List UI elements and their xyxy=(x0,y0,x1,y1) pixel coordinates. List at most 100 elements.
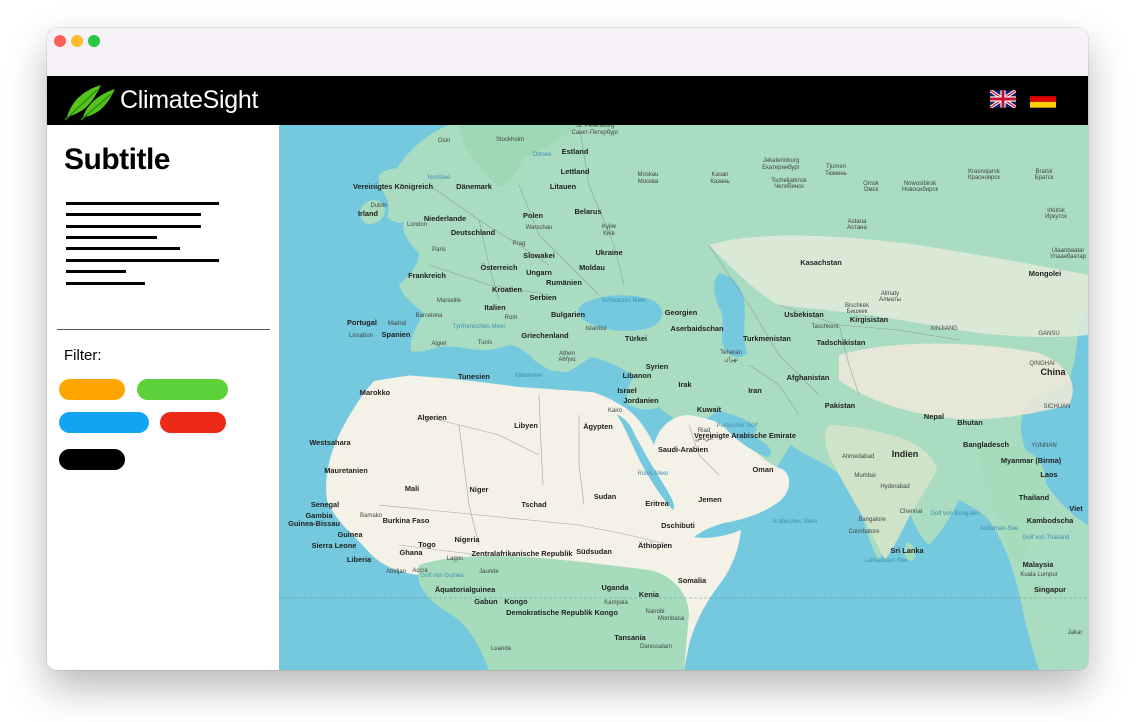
map-label-tjumen-ru: Тюмень xyxy=(825,171,847,177)
map-label-ahmedabad: Ahmedabad xyxy=(842,454,874,460)
map-label-litauen: Litauen xyxy=(550,182,577,191)
map-label-guinea: Guinea xyxy=(337,530,363,539)
map-label-istanbul: Istanbul xyxy=(585,326,606,332)
map-label-westsahara: Westsahara xyxy=(309,438,351,447)
map-label-nigeria: Nigeria xyxy=(454,535,480,544)
map-label-hyderabad: Hyderabad xyxy=(880,484,909,490)
map-label-tansania: Tansania xyxy=(614,633,646,642)
world-map[interactable]: Oslo Stockholm St. Petersburg Санкт-Петербу… xyxy=(279,125,1088,670)
map-label-kuala-lumpur: Kuala Lumpur xyxy=(1020,572,1057,578)
map-label-daressalam: Daressalam xyxy=(640,644,672,650)
map-label-taschkent: Taschkent xyxy=(811,324,838,330)
map-label-mongolei: Mongolei xyxy=(1029,269,1061,278)
map-label-polen: Polen xyxy=(523,211,544,220)
map-label-kroatien: Kroatien xyxy=(492,285,522,294)
map-label-luanda: Luanda xyxy=(491,646,512,652)
map-label-bangladesch: Bangladesch xyxy=(963,440,1009,449)
map-label-sri-lanka: Sri Lanka xyxy=(890,546,924,555)
map-label-lettland: Lettland xyxy=(561,167,590,176)
filter-orange-button[interactable] xyxy=(59,379,125,400)
map-label-iran: Iran xyxy=(748,386,762,395)
map-label-griechenland: Griechenland xyxy=(521,331,569,340)
map-label-golf-bengalen: Golf von Bengalen xyxy=(930,511,979,517)
map-label-tyrrhenisches: Tyrrhenisches Meer xyxy=(453,324,506,330)
map-label-marokko: Marokko xyxy=(360,388,391,397)
map-label-schwarzes-meer: Schwarzes Meer xyxy=(602,298,647,304)
map-label-ungarn: Ungarn xyxy=(526,268,552,277)
map-label-aequatorialguinea: Äquatorialguinea xyxy=(435,585,496,594)
close-window-button[interactable] xyxy=(54,35,66,47)
maximize-window-button[interactable] xyxy=(88,35,100,47)
map-label-estland: Estland xyxy=(562,147,589,156)
filter-green-button[interactable] xyxy=(137,379,228,400)
map-label-barcelona: Barcelona xyxy=(415,313,443,319)
map-label-belarus: Belarus xyxy=(574,207,601,216)
map-label-suedsudan: Südsudan xyxy=(576,547,612,556)
placeholder-text-line xyxy=(66,282,145,285)
map-label-spb-ru: Санкт-Петербург xyxy=(571,130,619,136)
map-label-aserbaidschan: Aserbaidschan xyxy=(671,324,724,333)
map-label-bratsk-ru: Братск xyxy=(1035,175,1054,181)
map-label-sudan: Sudan xyxy=(594,492,617,501)
map-label-singapur: Singapur xyxy=(1034,585,1066,594)
map-label-laos: Laos xyxy=(1040,470,1057,479)
map-label-libanon: Libanon xyxy=(623,371,652,380)
minimize-window-button[interactable] xyxy=(71,35,83,47)
map-label-teheran-fa: تهران xyxy=(724,356,738,363)
map-label-ghana: Ghana xyxy=(400,548,424,557)
map-label-senegal: Senegal xyxy=(311,500,339,509)
map-label-krasnojarsk-ru: Красноярск xyxy=(968,175,1000,181)
map-label-drk: Demokratische Republik Kongo xyxy=(506,608,618,617)
map-label-aethiopien: Äthiopien xyxy=(638,541,673,550)
app-header: ClimateSight xyxy=(47,76,1088,125)
map-label-kenia: Kenia xyxy=(639,590,660,599)
map-label-omsk-ru: Омск xyxy=(864,187,879,193)
placeholder-text-line xyxy=(66,247,180,250)
map-label-kairo: Kairo xyxy=(608,408,623,414)
map-label-mombasa: Mombasa xyxy=(658,616,685,622)
map-label-spanien: Spanien xyxy=(382,330,411,339)
sidebar-divider xyxy=(57,329,270,330)
filter-blue-button[interactable] xyxy=(59,412,149,433)
map-label-astana-kz: Астана xyxy=(847,225,867,231)
filter-label: Filter: xyxy=(64,347,102,364)
map-label-jekaterinburg-ru: Екатеринбург xyxy=(762,165,801,171)
map-label-syrien: Syrien xyxy=(646,362,669,371)
map-label-kasan-ru: Казань xyxy=(710,179,729,185)
placeholder-text-line xyxy=(66,202,219,205)
map-label-moskau-ru: Москва xyxy=(638,179,659,185)
map-label-stpete: St. Petersburg xyxy=(576,125,614,129)
map-label-irak: Irak xyxy=(678,380,692,389)
german-flag-icon[interactable] xyxy=(1030,90,1056,108)
map-label-tunis: Tunis xyxy=(478,340,492,346)
map-label-stockholm: Stockholm xyxy=(496,137,524,143)
map-canvas[interactable]: Oslo Stockholm St. PetersburgСанкт-Петербу… xyxy=(279,125,1088,670)
map-label-portugal: Portugal xyxy=(347,318,377,327)
map-label-eritrea: Eritrea xyxy=(645,499,669,508)
map-label-rom: Rom xyxy=(505,315,518,321)
map-label-oesterreich: Österreich xyxy=(481,263,518,272)
map-label-georgien: Georgien xyxy=(665,308,698,317)
map-label-kiew: Kyjiw xyxy=(602,224,617,230)
map-label-bamako: Bamako xyxy=(360,513,383,519)
map-label-nowosibirsk-ru: Новосибирск xyxy=(902,187,939,193)
map-label-kongo: Kongo xyxy=(504,597,528,606)
map-label-daenemark: Dänemark xyxy=(456,182,493,191)
map-label-abidjan: Abidjan xyxy=(386,569,406,575)
map-label-jekaterinburg: Jekaterinburg xyxy=(763,158,799,164)
uk-flag-icon[interactable] xyxy=(990,90,1016,108)
map-label-burkina-faso: Burkina Faso xyxy=(383,516,430,525)
map-label-oslo: Oslo xyxy=(438,138,451,144)
map-label-ostsee: Ostsee xyxy=(532,152,552,158)
placeholder-text-line xyxy=(66,236,157,239)
map-label-nairobi: Nairobi xyxy=(645,609,664,615)
map-label-jordanien: Jordanien xyxy=(623,396,659,405)
map-label-prag: Prag xyxy=(513,241,526,247)
filter-black-button[interactable] xyxy=(59,449,125,470)
map-label-malaysia: Malaysia xyxy=(1023,560,1055,569)
map-label-thailand: Thailand xyxy=(1019,493,1050,502)
map-label-uk: Vereinigtes Königreich xyxy=(353,182,434,191)
map-label-mauretanien: Mauretanien xyxy=(324,466,368,475)
filter-red-button[interactable] xyxy=(160,412,226,433)
map-label-bangalore: Bangalore xyxy=(858,517,886,523)
